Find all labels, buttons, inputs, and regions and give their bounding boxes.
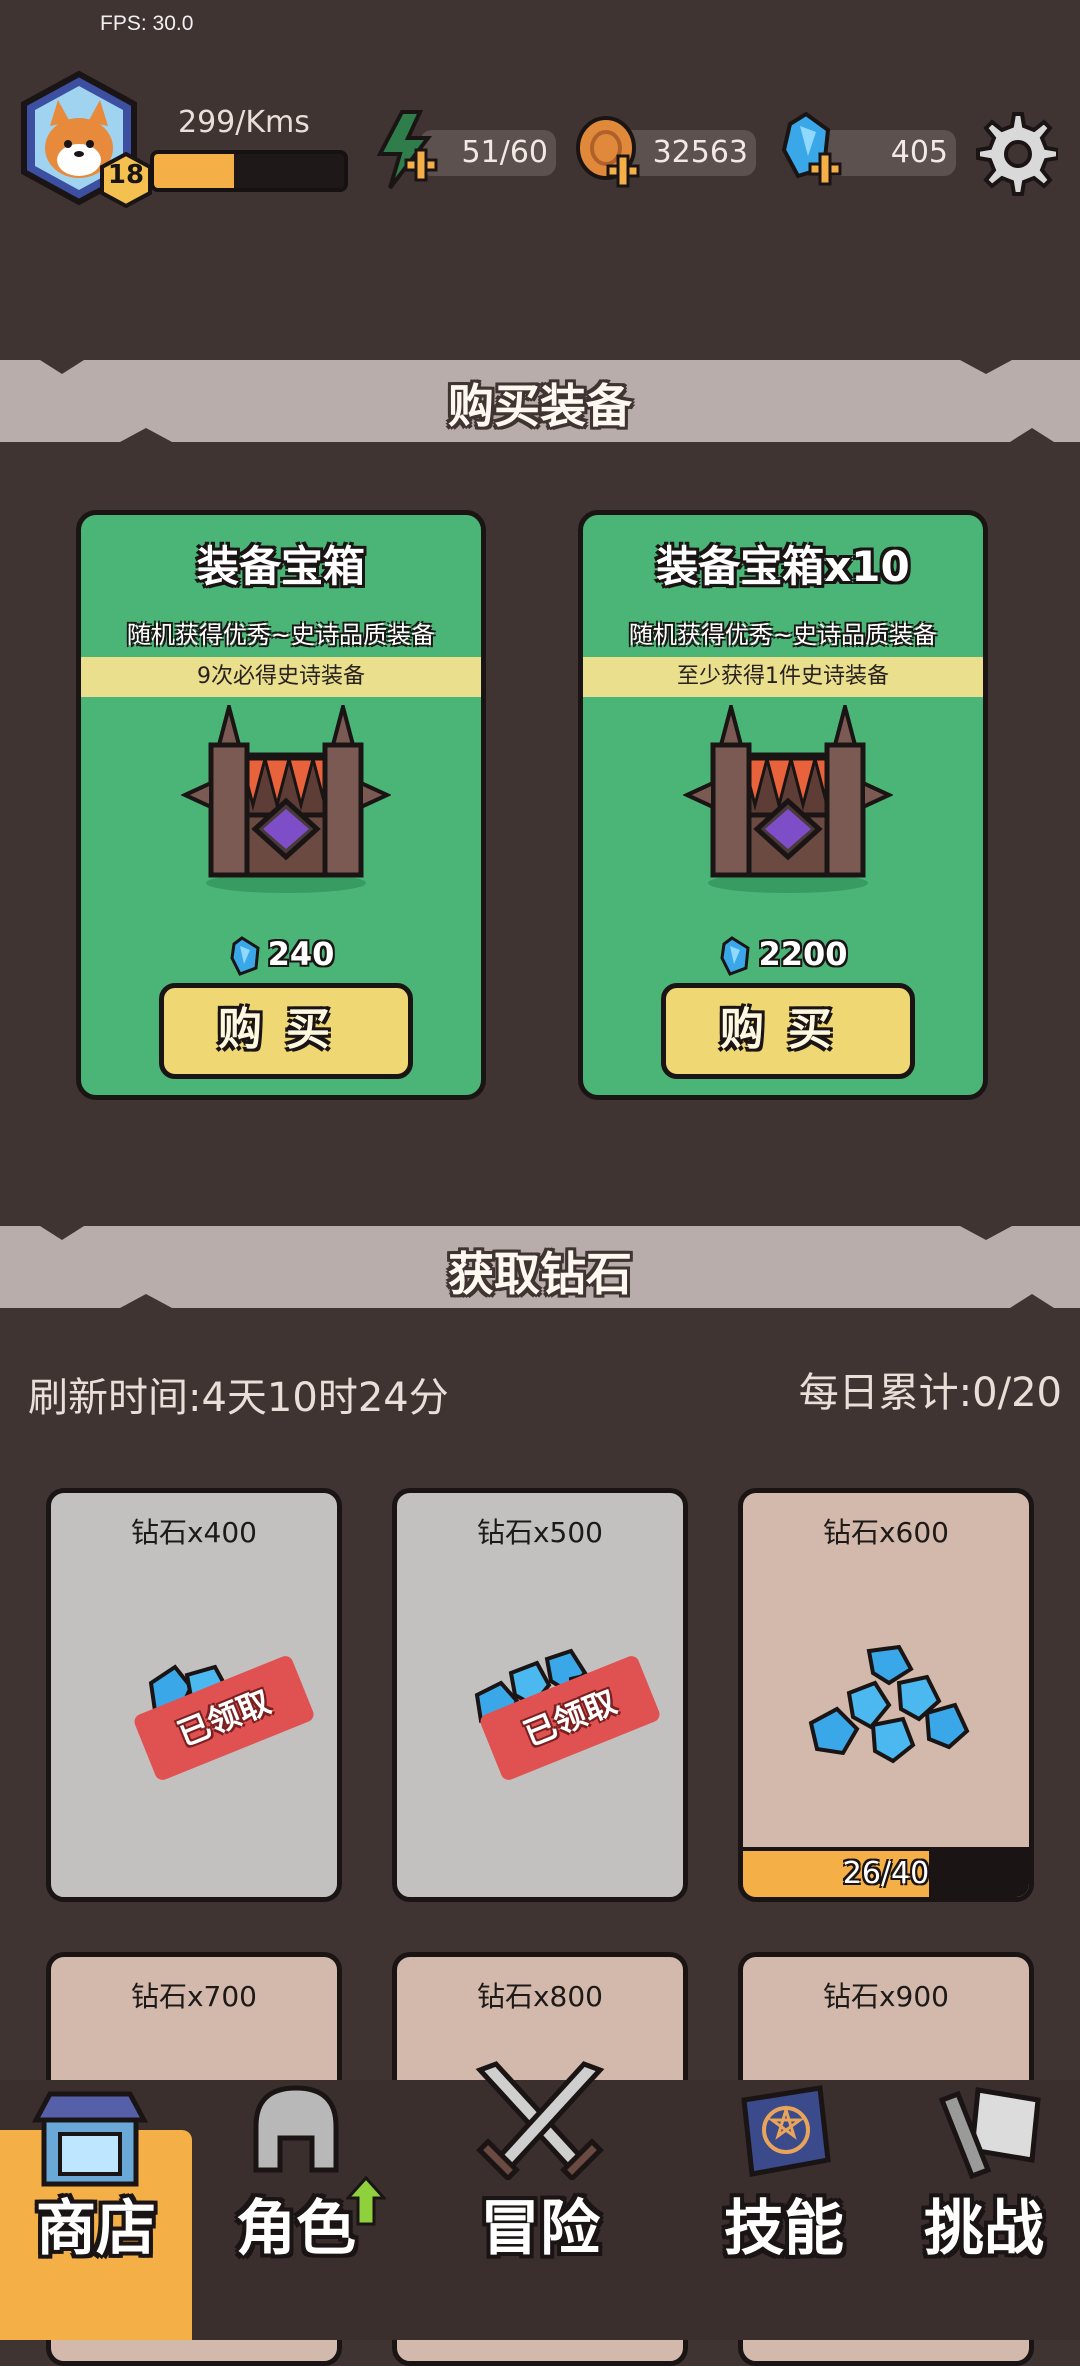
daily-counter: 每日累计:0/20 <box>798 1370 1062 1416</box>
spellbook-icon <box>741 2085 831 2177</box>
challenge-flag-icon <box>938 2087 1041 2180</box>
tab-label: 技能 <box>724 2194 844 2264</box>
tab-challenge[interactable]: 挑战 <box>888 2080 1080 2340</box>
card-guarantee: 9次必得史诗装备 <box>81 657 481 697</box>
xp-bar <box>150 150 348 192</box>
diamonds-section-title: 获取钻石 <box>448 1247 632 1301</box>
tab-label: 挑战 <box>924 2194 1044 2264</box>
card-price: 240 <box>81 935 481 976</box>
chest-icon <box>181 705 391 893</box>
card-guarantee: 至少获得1件史诗装备 <box>583 657 983 697</box>
card-price: 2200 <box>583 935 983 976</box>
card-title: 装备宝箱x10 <box>656 542 910 591</box>
tab-adventure[interactable]: 冒险 <box>400 2061 680 2340</box>
card-description: 随机获得优秀~史诗品质装备 <box>628 621 938 649</box>
tab-role[interactable]: 角色 <box>196 2080 396 2340</box>
rate-text: 299/Kms <box>178 105 310 140</box>
pack-title: 钻石x900 <box>822 1980 949 2013</box>
diamond-pack-card[interactable]: 钻石x600 26/40 <box>738 1488 1034 1902</box>
diamond-icon <box>230 936 260 976</box>
diamond-icon <box>720 936 751 976</box>
card-description: 随机获得优秀~史诗品质装备 <box>126 621 436 649</box>
chest-icon <box>683 705 893 893</box>
helmet-icon <box>253 2085 339 2173</box>
diamond-pack-card[interactable]: 钻石x400 已领取 <box>46 1488 342 1902</box>
fps-counter: FPS: 30.0 <box>100 12 194 35</box>
xp-bar-fill <box>154 154 234 188</box>
pack-progress-text: 26/40 <box>842 1856 930 1891</box>
pack-title: 钻石x600 <box>822 1516 949 1549</box>
card-title: 装备宝箱 <box>196 542 365 591</box>
tab-label: 冒险 <box>480 2194 600 2264</box>
pack-title: 钻石x500 <box>476 1516 603 1549</box>
gear-icon[interactable] <box>970 108 1058 196</box>
bottom-nav: 商店 角色 冒险 技能 挑战 <box>0 2061 1080 2340</box>
pack-title: 钻石x700 <box>130 1980 257 2013</box>
pack-progress-bar: 26/40 <box>743 1847 1029 1897</box>
tab-shop[interactable]: 商店 <box>0 2091 192 2340</box>
equipment-chest-card: 装备宝箱 随机获得优秀~史诗品质装备 9次必得史诗装备 240 购买 <box>76 510 486 1100</box>
buy-button[interactable]: 购买 <box>159 983 413 1079</box>
tab-label: 商店 <box>36 2194 156 2264</box>
pack-title: 钻石x800 <box>476 1980 603 2013</box>
buy-button[interactable]: 购买 <box>661 983 915 1079</box>
diamond-pile-icon <box>808 1644 970 1764</box>
refresh-timer: 刷新时间:4天10时24分 <box>28 1375 449 1421</box>
coins-value: 32563 <box>652 135 748 170</box>
crossed-swords-icon <box>475 2061 605 2180</box>
shop-icon <box>31 2091 149 2187</box>
tab-skill[interactable]: 技能 <box>684 2080 884 2340</box>
energy-value: 51/60 <box>461 135 548 170</box>
tab-label: 角色 <box>236 2194 356 2264</box>
diamond-pack-card[interactable]: 钻石x500 已领取 <box>392 1488 688 1902</box>
diamonds-value: 405 <box>890 135 948 170</box>
pack-title: 钻石x400 <box>130 1516 257 1549</box>
level-text: 18 <box>107 160 145 190</box>
equipment-section-title: 购买装备 <box>448 379 632 433</box>
equipment-chest-x10-card: 装备宝箱x10 随机获得优秀~史诗品质装备 至少获得1件史诗装备 2200 购买 <box>578 510 988 1100</box>
